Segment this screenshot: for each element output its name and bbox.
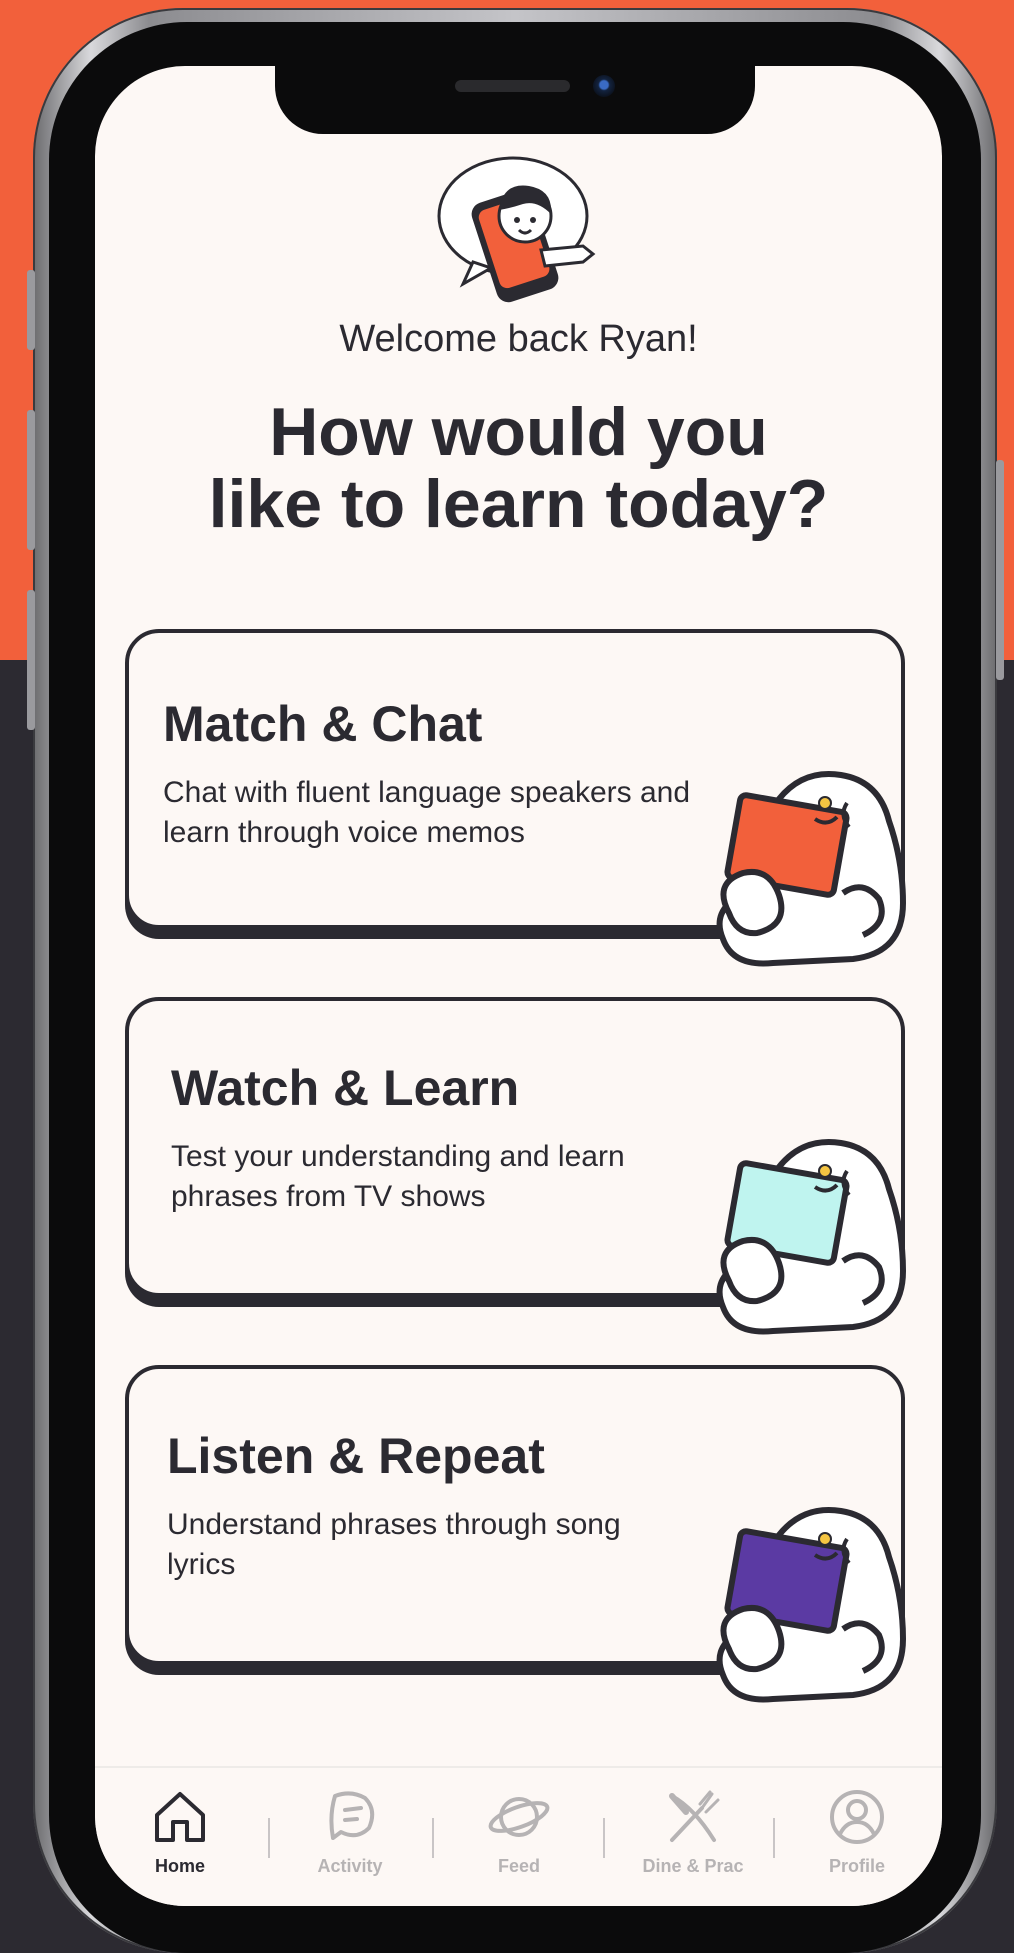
mascot-tablet-icon: [716, 1139, 907, 1335]
card-title: Listen & Repeat: [167, 1428, 545, 1484]
welcome-message: Welcome back Ryan!: [339, 318, 698, 360]
card-description: Test your understanding and learn phrase…: [171, 1140, 625, 1213]
tab-label: Activity: [317, 1856, 383, 1876]
page-title-line-1: How would you: [269, 394, 768, 470]
activity-icon: [329, 1791, 375, 1840]
side-button-power: [996, 460, 1004, 680]
side-button-mute: [27, 270, 35, 350]
tab-feed[interactable]: Feed: [454, 1788, 584, 1898]
tab-label: Profile: [828, 1856, 885, 1876]
home-icon: [155, 1792, 205, 1842]
mascot-avatar-icon: [437, 156, 596, 303]
tab-activity[interactable]: Activity: [285, 1788, 415, 1898]
camera-icon: [593, 75, 615, 97]
profile-icon: [830, 1790, 884, 1844]
card-listen-repeat[interactable]: Listen & Repeat Understand phrases throu…: [125, 1365, 907, 1703]
card-watch-learn[interactable]: Watch & Learn Test your understanding an…: [125, 997, 907, 1335]
app-screen: Welcome back Ryan! How would you like to…: [95, 66, 942, 1906]
bottom-tab-bar: Home Activity Feed Dine & Prac Profile: [95, 1766, 942, 1906]
tab-divider: [432, 1818, 434, 1858]
tab-dine-prac[interactable]: Dine & Prac: [618, 1788, 768, 1898]
utensils-icon: [669, 1790, 720, 1842]
side-button-volume-down: [27, 590, 35, 730]
page-title-line-2: like to learn today?: [208, 466, 829, 542]
side-button-volume-up: [27, 410, 35, 550]
tab-label: Home: [154, 1856, 205, 1876]
notch: [275, 66, 755, 134]
tab-label: Dine & Prac: [642, 1856, 744, 1876]
tab-home[interactable]: Home: [115, 1788, 245, 1898]
card-description: Chat with fluent language speakers and l…: [163, 776, 691, 849]
planet-icon: [488, 1797, 550, 1837]
card-title: Match & Chat: [163, 696, 483, 752]
speaker-grille: [455, 80, 570, 92]
card-match-chat[interactable]: Match & Chat Chat with fluent language s…: [125, 629, 907, 967]
card-title: Watch & Learn: [171, 1060, 520, 1116]
tab-divider: [603, 1818, 605, 1858]
page-title: How would you like to learn today?: [95, 396, 942, 540]
tab-divider: [773, 1818, 775, 1858]
mascot-tablet-icon: [716, 1507, 907, 1703]
tab-profile[interactable]: Profile: [792, 1788, 922, 1898]
mascot-tablet-icon: [716, 771, 907, 967]
tab-divider: [268, 1818, 270, 1858]
tab-label: Feed: [497, 1856, 540, 1876]
card-description: Understand phrases through song lyrics: [167, 1508, 621, 1581]
